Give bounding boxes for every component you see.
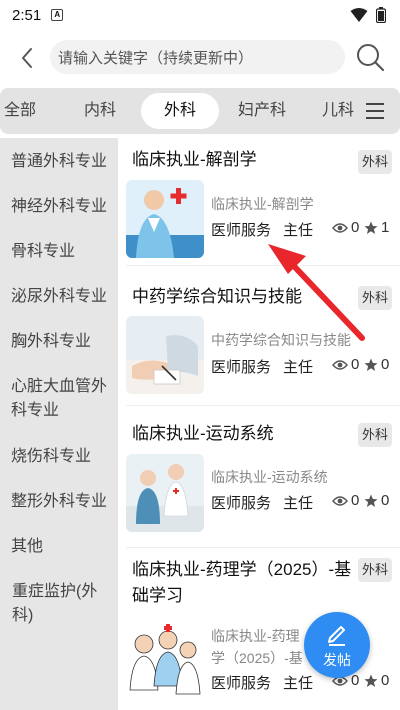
service-label: 医师服务 xyxy=(211,675,272,692)
course-meta: 医师服务 主任 xyxy=(211,672,313,693)
service-label: 医师服务 xyxy=(211,495,272,512)
star-count: 0 xyxy=(364,672,389,689)
course-card[interactable]: 中药学综合知识与技能 外科 中药学综合知识与技能 医师服务 主任 0 0 xyxy=(118,268,400,406)
star-count: 0 xyxy=(364,492,389,509)
tab-pediatrics[interactable]: 儿科 xyxy=(320,88,356,134)
sidebar-item-urology[interactable]: 泌尿外科专业 xyxy=(11,285,115,309)
view-count: 0 xyxy=(332,219,359,236)
course-meta: 医师服务 主任 xyxy=(211,356,313,377)
eye-icon xyxy=(332,495,348,506)
course-subtitle: 临床执业-解剖学 xyxy=(211,196,314,212)
star-icon xyxy=(364,358,378,371)
role-label: 主任 xyxy=(283,495,314,512)
view-count: 0 xyxy=(332,492,359,509)
card-divider xyxy=(126,405,400,406)
category-tab-bar: 全部 内科 外科 妇产科 儿科 xyxy=(0,88,400,134)
category-tag: 外科 xyxy=(358,150,392,174)
sidebar-item-icu-surgery[interactable]: 重症监护(外科) xyxy=(12,580,108,628)
course-thumbnail xyxy=(126,454,204,532)
star-icon xyxy=(364,221,378,234)
course-title: 临床执业-解剖学 xyxy=(132,150,257,169)
role-label: 主任 xyxy=(283,675,314,692)
course-title: 临床执业-药理学（2025）-基础学习 xyxy=(132,560,352,605)
course-subtitle: 临床执业-药理学（2025）-基础 xyxy=(211,628,303,666)
course-meta: 医师服务 主任 xyxy=(211,492,313,513)
course-meta: 医师服务 主任 xyxy=(211,219,313,240)
course-card[interactable]: 临床执业-解剖学 外科 临床执业-解剖学 医师服务 主任 0 1 xyxy=(118,138,400,266)
new-post-button[interactable]: 发帖 xyxy=(304,612,370,678)
course-subtitle: 临床执业-运动系统 xyxy=(211,469,328,485)
course-title: 临床执业-运动系统 xyxy=(132,424,274,443)
service-label: 医师服务 xyxy=(211,359,272,376)
status-bar: 2:51 A xyxy=(0,0,400,30)
star-count: 1 xyxy=(364,219,389,236)
course-subtitle: 中药学综合知识与技能 xyxy=(211,332,351,348)
tab-surgery[interactable]: 外科 xyxy=(141,93,219,129)
course-card[interactable]: 临床执业-运动系统 外科 临床执业-运动系统 医师服务 主任 0 0 xyxy=(118,408,400,548)
course-thumbnail xyxy=(126,620,204,698)
course-thumbnail xyxy=(126,180,204,258)
search-icon[interactable] xyxy=(354,41,386,73)
battery-icon xyxy=(376,7,386,23)
notification-icon: A xyxy=(51,9,64,21)
service-label: 医师服务 xyxy=(211,222,272,239)
tab-all[interactable]: 全部 xyxy=(2,88,38,134)
wifi-icon xyxy=(350,8,368,22)
course-title: 中药学综合知识与技能 xyxy=(132,287,302,306)
view-count: 0 xyxy=(332,356,359,373)
role-label: 主任 xyxy=(283,359,314,376)
star-icon xyxy=(364,494,378,507)
back-arrow-icon[interactable] xyxy=(14,44,42,72)
category-tag: 外科 xyxy=(358,558,392,582)
eye-icon xyxy=(332,222,348,233)
role-label: 主任 xyxy=(283,222,314,239)
star-count: 0 xyxy=(364,356,389,373)
card-divider xyxy=(126,265,400,266)
search-header: 请输入关键字（持续更新中） xyxy=(0,36,400,80)
course-thumbnail xyxy=(126,316,204,394)
specialty-sidebar: 普通外科专业 神经外科专业 骨科专业 泌尿外科专业 胸外科专业 心脏大血管外科专… xyxy=(0,138,118,710)
sidebar-item-plastic-surgery[interactable]: 整形外科专业 xyxy=(11,490,115,514)
sidebar-item-general-surgery[interactable]: 普通外科专业 xyxy=(11,150,115,174)
search-input[interactable]: 请输入关键字（持续更新中） xyxy=(50,40,345,74)
sidebar-item-neurosurgery[interactable]: 神经外科专业 xyxy=(11,195,115,219)
tab-internal-medicine[interactable]: 内科 xyxy=(80,88,120,134)
star-icon xyxy=(364,674,378,687)
sidebar-item-burns[interactable]: 烧伤科专业 xyxy=(11,445,115,469)
status-indicators xyxy=(350,7,386,23)
category-tag: 外科 xyxy=(358,286,392,310)
sidebar-item-cardiovascular-surgery[interactable]: 心脏大血管外科专业 xyxy=(11,375,113,423)
category-tag: 外科 xyxy=(358,423,392,447)
status-time: 2:51 xyxy=(12,6,42,24)
eye-icon xyxy=(332,359,348,370)
sidebar-item-other[interactable]: 其他 xyxy=(11,535,115,559)
tab-obstetrics[interactable]: 妇产科 xyxy=(234,88,290,134)
sidebar-item-thoracic-surgery[interactable]: 胸外科专业 xyxy=(11,330,115,354)
sidebar-item-orthopedics[interactable]: 骨科专业 xyxy=(11,240,115,264)
search-placeholder: 请输入关键字（持续更新中） xyxy=(58,49,254,67)
menu-icon[interactable] xyxy=(364,100,386,122)
new-post-label: 发帖 xyxy=(323,652,351,668)
edit-pencil-icon xyxy=(328,626,345,646)
card-divider xyxy=(126,547,400,548)
